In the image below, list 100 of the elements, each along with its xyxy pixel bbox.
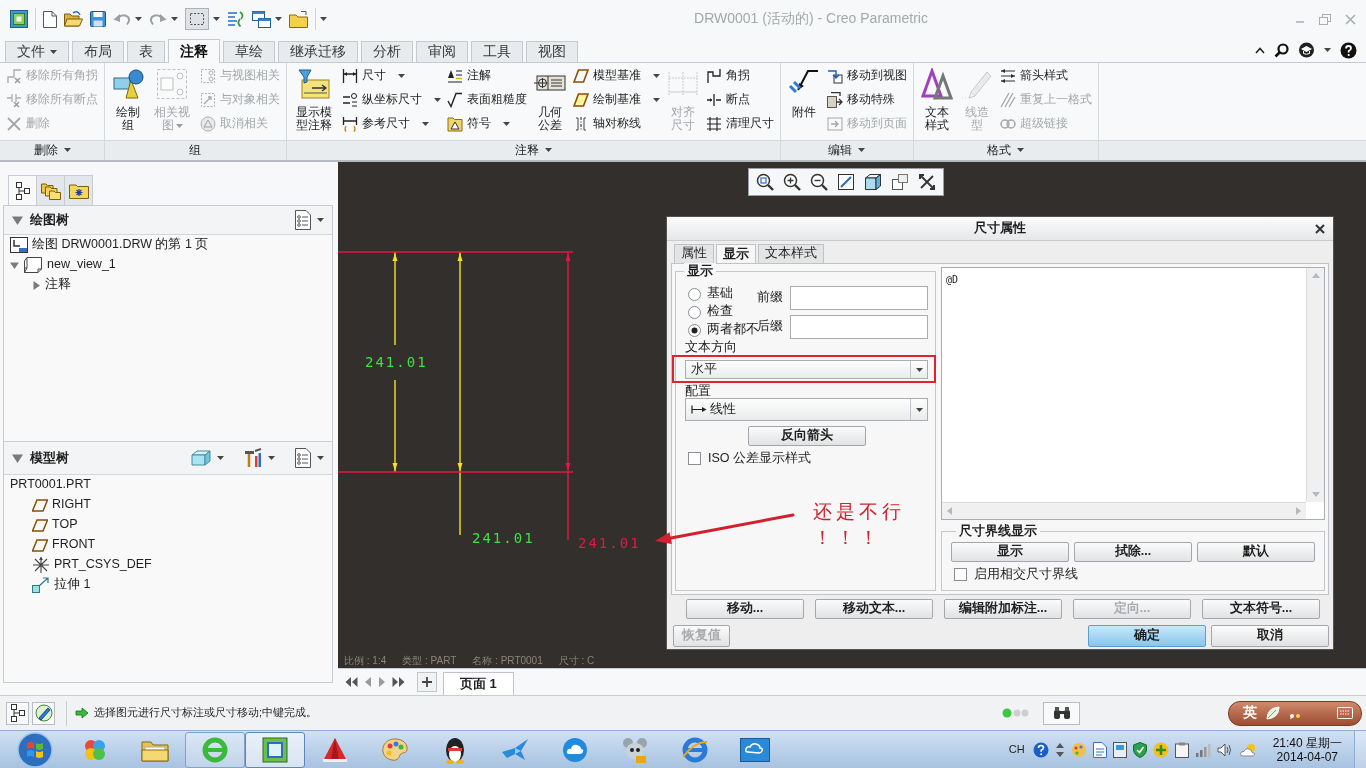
ribbon-tab[interactable]: 审阅	[416, 41, 468, 62]
panel-tab[interactable]	[64, 175, 93, 205]
suffix-field[interactable]	[790, 314, 928, 339]
caret-icon[interactable]	[268, 456, 275, 460]
dialog-button[interactable]: 确定	[1088, 625, 1206, 647]
tree-item[interactable]: 拉伸 1	[54, 577, 91, 593]
dimension-value[interactable]: 241.01	[365, 354, 428, 370]
caret-down-icon[interactable]	[10, 260, 19, 270]
caret-icon[interactable]	[275, 17, 282, 21]
prefix-field[interactable]	[790, 285, 928, 310]
caret-icon[interactable]	[317, 218, 324, 222]
close-icon[interactable]	[1315, 223, 1325, 234]
ribbon-button[interactable]: 几何公差	[532, 65, 567, 133]
caret-icon[interactable]	[1324, 48, 1331, 52]
tree-item[interactable]: PRT0001.PRT	[10, 477, 91, 493]
dialog-button[interactable]: 取消	[1211, 625, 1329, 647]
last-page-icon[interactable]	[392, 677, 405, 687]
zoom-out-icon[interactable]	[810, 173, 828, 191]
dropdown-field[interactable]: 线性	[685, 398, 928, 421]
ribbon-group-label[interactable]: 格式	[987, 142, 1025, 158]
list-settings-icon[interactable]	[295, 448, 311, 468]
caret-down-icon[interactable]	[12, 214, 23, 226]
ribbon-button[interactable]: 模型基准	[572, 65, 660, 86]
ribbon-button[interactable]: 箭头样式	[999, 65, 1092, 86]
ribbon-button[interactable]: 移动特殊	[826, 89, 907, 110]
zoom-in-icon[interactable]	[783, 173, 801, 191]
tree-item[interactable]: TOP	[52, 517, 78, 533]
ribbon-tab[interactable]: 工具	[471, 41, 523, 62]
ribbon-button[interactable]: 显示模型注释	[292, 65, 336, 133]
ribbon-button[interactable]: 符号	[446, 113, 527, 134]
first-page-icon[interactable]	[345, 677, 358, 687]
caret-icon[interactable]	[217, 456, 224, 460]
caret-icon[interactable]	[171, 17, 178, 21]
dialog-button[interactable]: 移动文本...	[815, 599, 933, 619]
panel-tab[interactable]	[8, 175, 37, 205]
ribbon-tab[interactable]: 继承迁移	[278, 41, 358, 62]
checkbox[interactable]	[954, 568, 967, 582]
list-settings-icon[interactable]	[295, 210, 311, 230]
ribbon-tab[interactable]: 草绘	[223, 41, 275, 62]
radio-button[interactable]	[688, 305, 701, 319]
ribbon-tab[interactable]: 注释	[168, 39, 220, 63]
tree-item[interactable]: 绘图 DRW0001.DRW 的第 1 页	[32, 237, 209, 253]
ribbon-group-label[interactable]: 删除	[33, 142, 71, 158]
open-folder-icon[interactable]	[64, 11, 83, 27]
ribbon-button[interactable]: 附件	[786, 65, 821, 120]
dimension-value[interactable]: 241.01	[472, 530, 535, 546]
flip-arrows-button[interactable]: 反向箭头	[747, 426, 866, 446]
status-button[interactable]	[6, 701, 29, 725]
ribbon-button[interactable]: 文本样式	[919, 65, 954, 133]
ribbon-button[interactable]: 绘制组	[111, 65, 145, 133]
repaint-icon[interactable]	[837, 173, 855, 191]
plus-circle-icon[interactable]	[1152, 741, 1169, 758]
add-page-button[interactable]	[417, 672, 437, 692]
dialog-button[interactable]: 显示	[951, 542, 1069, 562]
ribbon-button[interactable]: 尺寸	[341, 65, 441, 86]
find-button[interactable]	[1043, 701, 1080, 725]
radio-button[interactable]	[688, 287, 701, 301]
status-button[interactable]	[32, 701, 55, 725]
dialog-button[interactable]: 移动...	[686, 599, 804, 619]
tree-item[interactable]: new_view_1	[47, 257, 116, 273]
caret-icon[interactable]	[317, 456, 324, 460]
save-icon[interactable]	[90, 11, 106, 27]
ribbon-tab[interactable]: 视图	[526, 41, 578, 62]
cross-arrows-icon[interactable]	[918, 173, 936, 191]
dialog-button[interactable]: 文本符号...	[1202, 599, 1320, 619]
speaker-icon[interactable]	[1216, 742, 1233, 757]
ribbon-button[interactable]: 参考尺寸	[341, 113, 441, 134]
new-file-icon[interactable]	[43, 10, 57, 28]
document-icon[interactable]	[1092, 741, 1107, 758]
dropdown-field[interactable]: 水平	[685, 360, 928, 379]
two-windows-icon[interactable]	[252, 10, 271, 28]
ribbon-button[interactable]: 绘制基准	[572, 89, 660, 110]
caret-icon[interactable]	[320, 17, 327, 21]
cube-icon[interactable]	[864, 173, 882, 191]
menu-tab[interactable]: 文件	[5, 41, 69, 62]
ribbon-group-label[interactable]: 注释	[514, 142, 552, 158]
caret-icon[interactable]	[213, 17, 220, 21]
dialog-button[interactable]: 拭除...	[1074, 542, 1192, 562]
lines-curve-icon[interactable]	[227, 10, 245, 28]
ribbon-button[interactable]: 轴对称线	[572, 113, 660, 134]
ribbon-button[interactable]: 注解	[446, 65, 527, 86]
graduation-cap-icon[interactable]	[1298, 42, 1315, 58]
ribbon-tab[interactable]: 分析	[361, 41, 413, 62]
ribbon-button[interactable]: 角拐	[705, 65, 774, 86]
ribbon-tab[interactable]: 表	[127, 41, 165, 62]
dialog-button[interactable]: 默认	[1197, 542, 1315, 562]
palette-icon[interactable]	[1070, 741, 1087, 758]
caret-down-icon[interactable]	[12, 452, 23, 464]
app-logo-icon[interactable]	[10, 10, 28, 28]
search-icon[interactable]	[1274, 42, 1289, 58]
language-indicator[interactable]: CH	[1008, 742, 1025, 757]
help-icon[interactable]	[1340, 41, 1357, 59]
next-icon[interactable]	[378, 677, 386, 687]
zoom-fit-icon[interactable]	[756, 173, 774, 191]
selection-box-icon[interactable]	[185, 8, 209, 30]
tree-item[interactable]: 注释	[45, 277, 71, 293]
caret-right-icon[interactable]	[32, 280, 41, 290]
start-orb-icon[interactable]	[17, 731, 53, 768]
clipboard-icon[interactable]	[1174, 741, 1189, 758]
keyboard-icon[interactable]	[1337, 707, 1353, 719]
